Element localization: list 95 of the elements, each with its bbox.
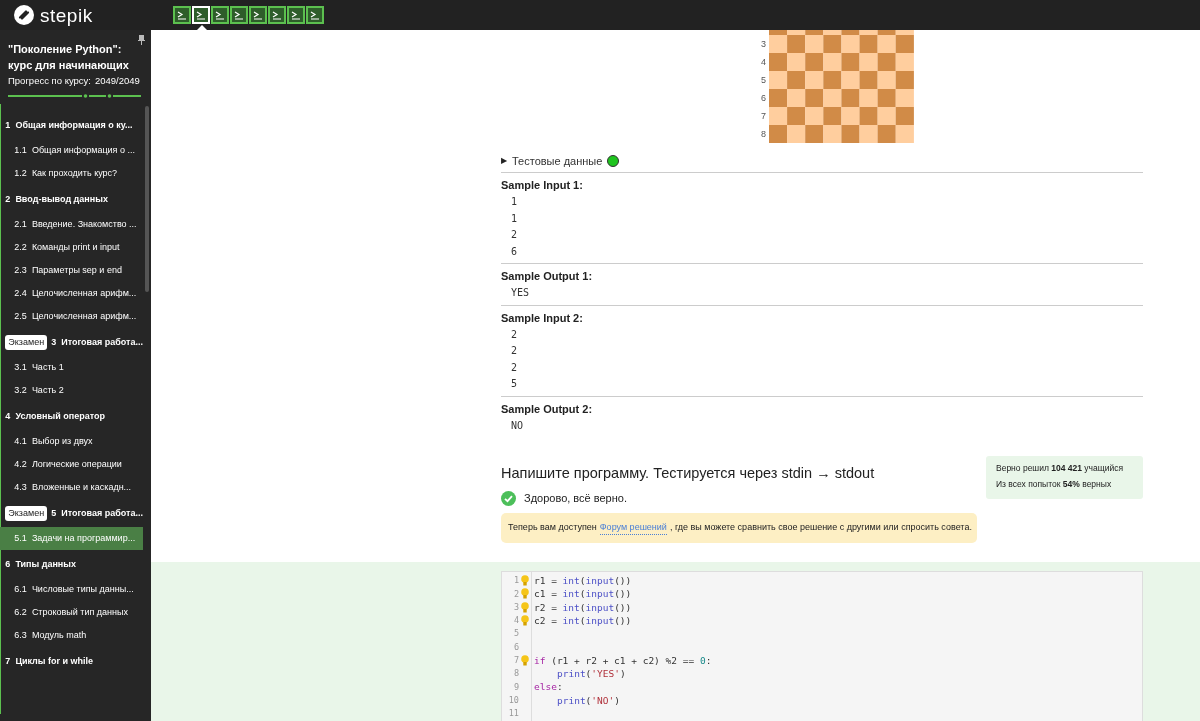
sample-title: Sample Input 1:: [501, 178, 584, 192]
line-number: 5: [513, 627, 519, 641]
lesson-item[interactable]: 4.3 Вложенные и каскадн...: [0, 476, 143, 500]
sample-line: 2: [511, 360, 519, 375]
line-number: 7: [513, 654, 519, 667]
lesson-item[interactable]: 2.2 Команды print и input: [0, 236, 143, 260]
row-label: 4: [760, 56, 767, 69]
test-data-toggle[interactable]: Тестовые данные: [512, 152, 603, 170]
section-item[interactable]: 7 Циклы for и while: [0, 647, 143, 676]
line-number: 10: [508, 693, 519, 707]
lesson-item[interactable]: 6.3 Модуль math: [0, 624, 143, 648]
line-number: 11: [508, 707, 519, 720]
step-button[interactable]: [287, 6, 305, 24]
sample-title: Sample Output 2:: [501, 401, 594, 416]
sample-line: 2: [511, 327, 519, 342]
line-number: 2: [513, 587, 519, 601]
line-number: 1: [513, 574, 519, 587]
code-line: else:: [534, 680, 563, 694]
progress-label: Прогресс по курсу:: [8, 74, 91, 88]
step-button[interactable]: [249, 6, 267, 24]
terminal-icon: [291, 10, 301, 20]
sample-line: 5: [511, 377, 519, 391]
section-item[interactable]: Экзамен 5 Итоговая работа...: [0, 499, 143, 528]
disclosure-triangle[interactable]: ▶: [501, 155, 507, 167]
check-icon: [501, 490, 516, 506]
step-button[interactable]: [306, 6, 324, 24]
row-label: 8: [760, 128, 767, 141]
forum-link[interactable]: Форум решений: [599, 520, 667, 535]
sample-title: Sample Output 1:: [501, 269, 594, 283]
terminal-icon: [215, 10, 225, 20]
stats-text: Верно решил 104 421 учащийся: [996, 462, 1125, 475]
terminal-icon: [196, 10, 206, 20]
sample-line: 2: [511, 344, 519, 358]
step-button[interactable]: [211, 6, 229, 24]
row-label: 6: [760, 92, 767, 105]
lesson-item[interactable]: 6.1 Числовые типы данны...: [0, 578, 143, 602]
terminal-icon: [272, 10, 282, 20]
line-number: 9: [513, 680, 519, 694]
brand-name: stepik: [40, 5, 93, 25]
lesson-item[interactable]: 3.2 Часть 2: [0, 379, 143, 403]
result-message: Здорово, всё верно.: [524, 491, 627, 506]
line-number: 3: [513, 600, 519, 614]
code-line: print('NO'): [557, 693, 620, 707]
section-item[interactable]: 1 Общая информация о ку...: [0, 111, 143, 140]
code-line: r2 = int(input()): [534, 600, 632, 614]
lesson-item[interactable]: 1.1 Общая информация о ...: [0, 139, 143, 163]
step-button[interactable]: [230, 6, 248, 24]
line-number: 4: [513, 614, 519, 627]
row-label: 5: [760, 74, 767, 87]
logo-icon: [14, 5, 34, 25]
lesson-item[interactable]: 2.4 Целочисленная арифм...: [0, 282, 143, 306]
lesson-item[interactable]: 3.1 Часть 1: [0, 356, 143, 380]
lesson-item[interactable]: 4.2 Логические операции: [0, 453, 143, 477]
step-button[interactable]: [173, 6, 191, 24]
lesson-item[interactable]: 6.2 Строковый тип данных: [0, 601, 143, 625]
lesson-item[interactable]: 1.2 Как проходить курс?: [0, 162, 143, 186]
section-item[interactable]: Экзамен 3 Итоговая работа...: [0, 328, 143, 357]
exam-badge: Экзамен: [5, 505, 48, 521]
code-line: c1 = int(input()): [534, 587, 632, 601]
sample-line: YES: [511, 286, 531, 300]
section-item[interactable]: 2 Ввод-вывод данных: [0, 185, 143, 214]
lesson-item[interactable]: 2.1 Введение. Знакомство ...: [0, 213, 143, 237]
sample-line: 2: [511, 228, 519, 242]
notice-text: , где вы можете сравнить свое решение с другими или спросить совета.: [669, 520, 972, 534]
progress-value: 2049/2049: [94, 74, 140, 88]
task-heading: Напишите программу. Тестируется через stdin → stdout: [501, 464, 876, 482]
lesson-item[interactable]: 4.1 Выбор из двух: [0, 430, 143, 454]
sample-line: NO: [511, 418, 525, 433]
section-item[interactable]: 4 Условный оператор: [0, 402, 143, 431]
terminal-icon: [253, 10, 263, 20]
terminal-icon: [177, 10, 187, 20]
row-label: 7: [760, 110, 767, 123]
lesson-item[interactable]: 2.5 Целочисленная арифм...: [0, 305, 143, 329]
terminal-icon: [234, 10, 244, 20]
stats-text: Из всех попыток 54% верных: [996, 478, 1113, 491]
line-number: 6: [513, 640, 519, 654]
pin-icon: [138, 35, 145, 45]
lesson-item[interactable]: 2.3 Параметры sep и end: [0, 259, 143, 283]
section-item[interactable]: 6 Типы данных: [0, 550, 143, 579]
terminal-icon: [310, 10, 320, 20]
sample-title: Sample Input 2:: [501, 310, 584, 325]
sample-line: 1: [511, 195, 519, 209]
code-line: r1 = int(input()): [534, 574, 632, 588]
notice-text: Теперь вам доступен: [508, 520, 597, 534]
step-button[interactable]: [268, 6, 286, 24]
code-line: c2 = int(input()): [534, 613, 632, 628]
code-line: print('YES'): [557, 667, 626, 681]
exam-badge: Экзамен: [5, 334, 48, 350]
sample-line: 1: [511, 211, 519, 226]
line-number: 8: [513, 667, 519, 681]
row-label: 3: [760, 38, 767, 51]
lesson-item[interactable]: 5.1 Задачи на программир...: [0, 527, 143, 551]
code-line: if (r1 + r2 + c1 + c2) %2 == 0:: [534, 653, 712, 668]
sample-line: 6: [511, 244, 519, 259]
course-title: "Поколение Python": курс для начинающих: [8, 42, 130, 73]
